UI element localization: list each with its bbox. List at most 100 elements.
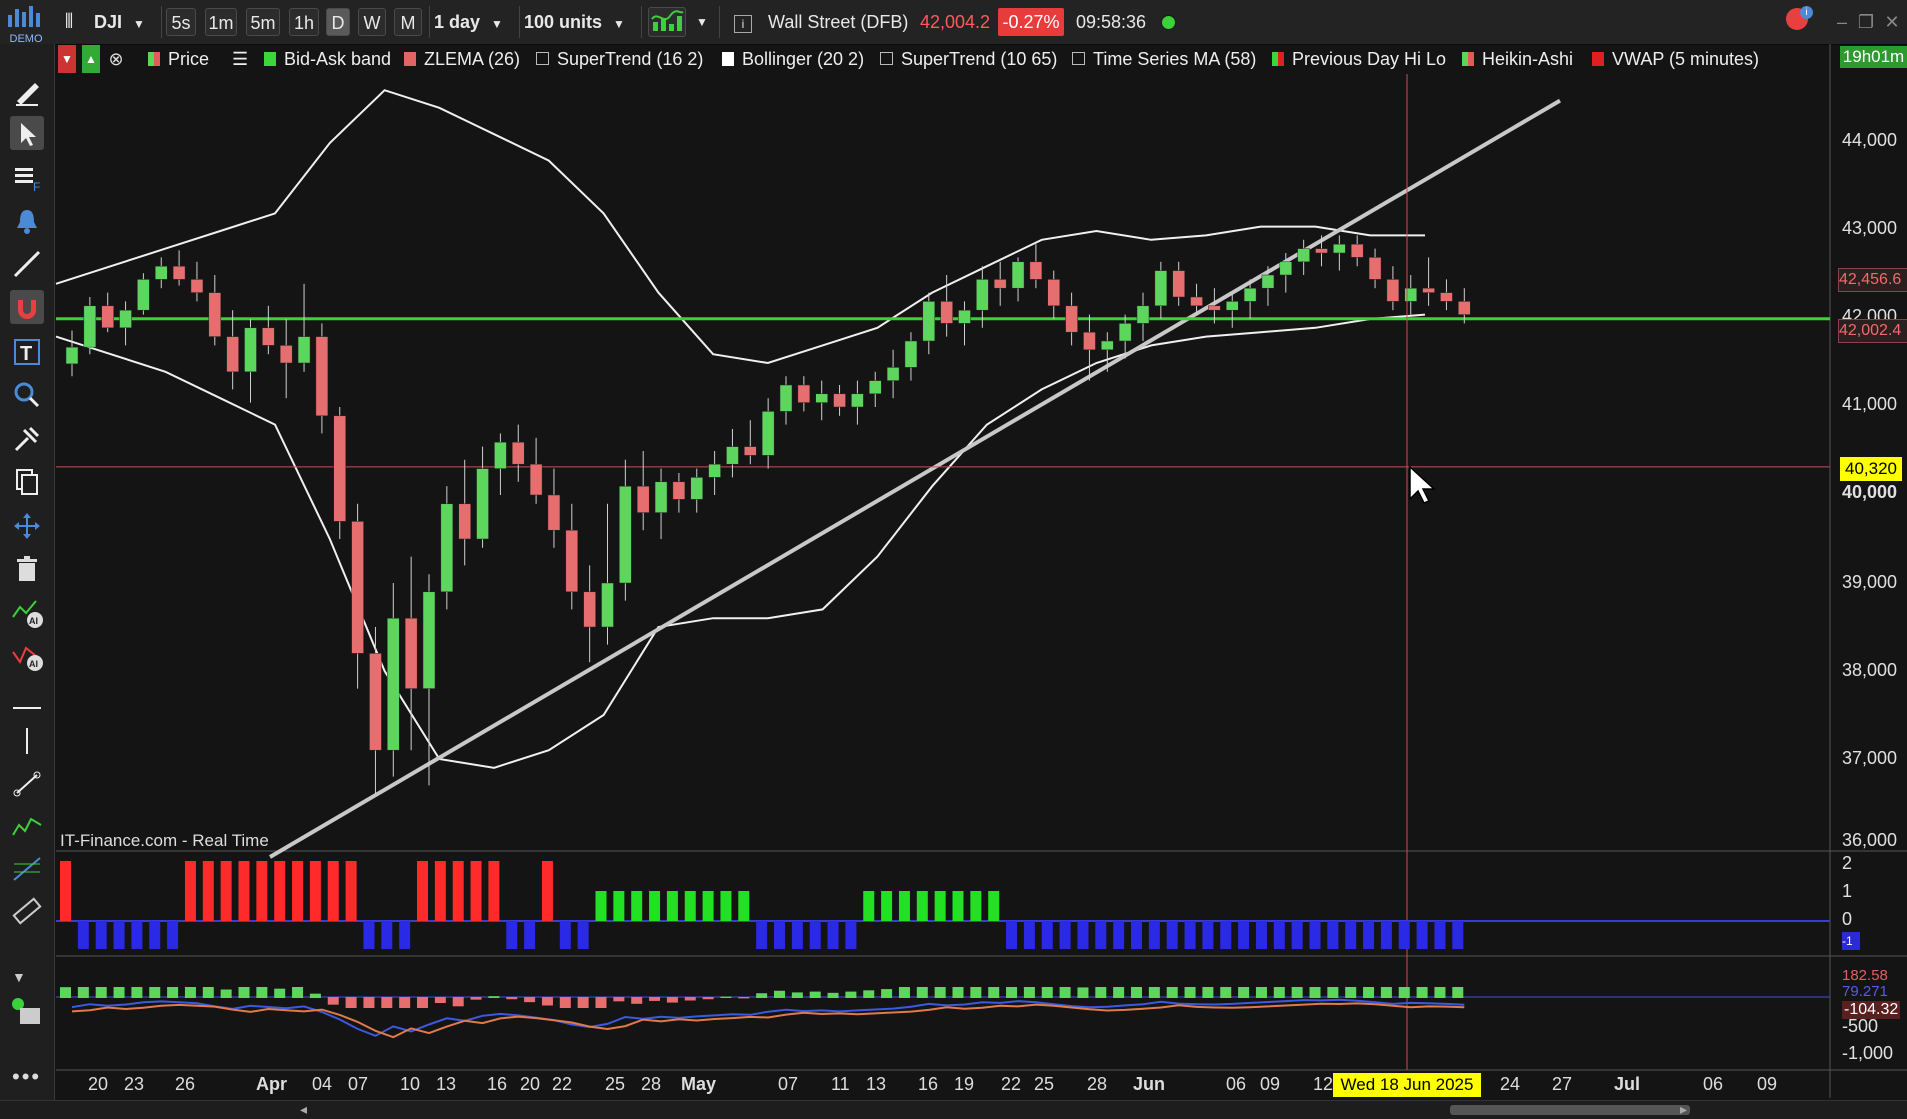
candle-body — [636, 485, 650, 513]
panel2-bar — [1452, 987, 1464, 998]
date-tick: 04 — [312, 1074, 333, 1094]
panel2-bar — [1416, 987, 1428, 998]
panel1-bar — [988, 891, 1000, 921]
candle-body — [279, 345, 293, 364]
candle-body — [1226, 301, 1239, 311]
date-tick: 16 — [487, 1074, 508, 1094]
panel2-bar — [916, 987, 928, 998]
panel2-bar — [452, 997, 464, 1007]
mouse-cursor-icon — [1409, 465, 1436, 504]
price-tick: 41,000 — [1842, 394, 1898, 414]
panel2-bar — [1166, 987, 1178, 998]
panel2-bar — [1398, 987, 1410, 998]
panel2-bar — [434, 997, 446, 1003]
panel2-bar — [863, 990, 875, 998]
scroll-left-icon[interactable]: ◂ — [300, 1101, 307, 1118]
panel1-bar — [238, 861, 250, 921]
panel2-bar — [417, 997, 428, 1008]
cursor-date-tag: Wed 18 Jun 2025 — [1333, 1073, 1481, 1097]
panel1-bar — [95, 921, 107, 949]
candle-body — [726, 446, 739, 465]
panel2-bar — [952, 987, 964, 998]
panel1-bar — [131, 921, 143, 949]
candle-body — [547, 494, 561, 531]
panel1-bar — [77, 921, 89, 949]
price-tick: 38,000 — [1842, 660, 1898, 680]
panel2-bar — [881, 989, 893, 998]
date-tick: 10 — [400, 1074, 421, 1094]
candle-body — [1083, 331, 1096, 351]
panel1-bar — [791, 921, 803, 949]
panel2-bar — [309, 993, 321, 998]
panel1-bar — [113, 921, 125, 949]
candle-body — [262, 327, 275, 346]
candle-body — [1368, 257, 1382, 280]
candle-body — [1315, 248, 1328, 254]
panel2-bar — [649, 997, 661, 1001]
scroll-right-icon[interactable]: ▸ — [1680, 1101, 1687, 1118]
panel1-bar — [1041, 921, 1053, 949]
panel2-bar — [720, 996, 732, 998]
panel2-bar — [613, 997, 625, 1002]
last-price-tag: 42,002.4 — [1838, 319, 1907, 343]
date-tick: 25 — [605, 1074, 626, 1094]
candle-body — [1172, 270, 1185, 298]
scrollbar-thumb[interactable] — [1450, 1105, 1690, 1115]
date-tick: 20 — [88, 1074, 109, 1094]
panel2-bar — [1202, 987, 1214, 998]
candle-body — [1047, 279, 1060, 307]
candle-body — [458, 503, 471, 540]
candle-body — [297, 336, 311, 364]
candle-body — [137, 279, 150, 311]
price-tick: 43,000 — [1842, 218, 1898, 238]
panel2-bar — [488, 996, 500, 998]
panel1-bar — [631, 891, 643, 921]
panel2-bar — [791, 992, 803, 998]
candle-body — [797, 384, 811, 403]
date-tick: 13 — [866, 1074, 887, 1094]
panel2-bar — [292, 987, 304, 998]
panel2-bar — [1273, 987, 1285, 998]
candle-body — [1136, 305, 1150, 324]
price-chart[interactable] — [0, 0, 1907, 1118]
panel1-bar — [202, 861, 214, 921]
panel2-bar — [1023, 987, 1035, 998]
panel1-bar — [506, 921, 518, 949]
panel1-bar — [1023, 921, 1035, 949]
panel1-bar — [309, 861, 321, 921]
panel2-bar — [524, 997, 536, 1003]
price-tick: 40,000 — [1842, 482, 1898, 502]
candle-body — [690, 477, 703, 500]
panel1-bar — [274, 861, 286, 921]
panel1-bar — [1273, 921, 1285, 949]
candle-body — [1118, 323, 1132, 342]
panel2-bar — [774, 990, 785, 998]
candle-body — [708, 463, 721, 478]
panel1-bar — [1184, 921, 1196, 949]
panel2-bar — [1309, 987, 1321, 998]
candle-body — [351, 521, 364, 654]
panel1-bar — [702, 891, 714, 921]
panel1-bar — [1309, 921, 1321, 949]
candle-body — [744, 446, 757, 456]
candle-body — [1333, 243, 1346, 254]
panel1-bar — [720, 891, 732, 921]
panel1-bar — [1095, 921, 1107, 949]
panel2-bar — [363, 997, 375, 1008]
date-tick: 20 — [520, 1074, 541, 1094]
date-tick: 22 — [552, 1074, 573, 1094]
panel1-bar — [666, 891, 678, 921]
candle-body — [208, 292, 222, 337]
date-tick: 26 — [175, 1074, 196, 1094]
candle-body — [119, 309, 132, 329]
candle-body — [369, 653, 382, 751]
candle-body — [1154, 270, 1168, 307]
panel1-tick: 0 — [1842, 909, 1853, 929]
panel1-bar — [1291, 921, 1303, 949]
panel1-bar — [1166, 921, 1178, 949]
panel2-tag: 182.58 — [1842, 967, 1888, 984]
panel1-tick: 1 — [1842, 881, 1853, 901]
date-tick: 23 — [124, 1074, 145, 1094]
candle-body — [1190, 296, 1203, 307]
date-tick: 25 — [1034, 1074, 1055, 1094]
